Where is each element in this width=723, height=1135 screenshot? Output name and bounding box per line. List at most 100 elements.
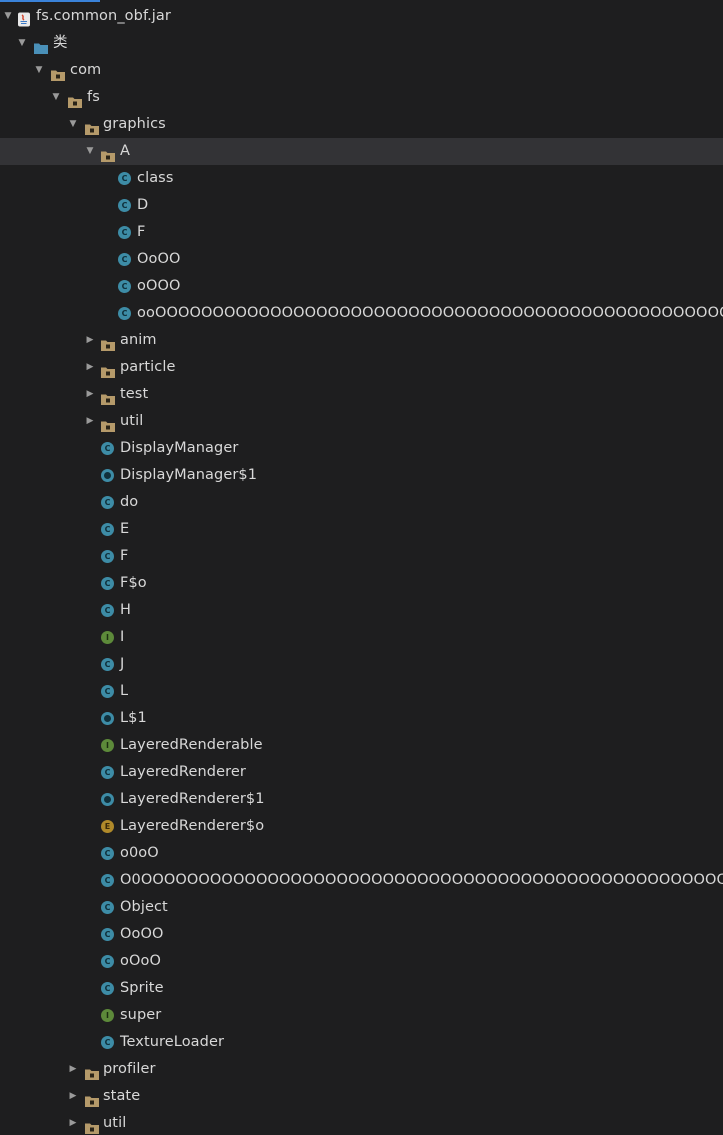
tree-label: OoOO <box>137 251 181 267</box>
tree-node-class[interactable]: C oOOO <box>0 273 723 300</box>
tree-label: state <box>103 1088 141 1104</box>
class-icon: C <box>101 901 114 914</box>
chevron-right-icon[interactable]: ▶ <box>84 354 96 381</box>
chevron-right-icon[interactable]: ▶ <box>84 381 96 408</box>
anonymous-class-icon <box>101 793 114 806</box>
tree-node-A[interactable]: ▼ A <box>0 138 723 165</box>
class-icon: C <box>101 1036 114 1049</box>
tree-label: F$o <box>120 575 147 591</box>
tree-label: profiler <box>103 1061 156 1077</box>
tree-node-class[interactable]: DisplayManager$1 <box>0 462 723 489</box>
tree-node-com[interactable]: ▼ com <box>0 57 723 84</box>
tree-node-class[interactable]: C OoOO <box>0 246 723 273</box>
tree-node-class[interactable]: C oOoO <box>0 948 723 975</box>
tree-node-class[interactable]: C LayeredRenderer <box>0 759 723 786</box>
chevron-right-icon[interactable]: ▶ <box>84 408 96 435</box>
enum-icon: E <box>101 820 114 833</box>
tree-node-class[interactable]: C TextureLoader <box>0 1029 723 1056</box>
class-icon: C <box>101 496 114 509</box>
chevron-down-icon[interactable]: ▼ <box>16 30 28 57</box>
class-icon: C <box>101 442 114 455</box>
chevron-down-icon[interactable]: ▼ <box>33 57 45 84</box>
tree-node-class[interactable]: C D <box>0 192 723 219</box>
class-icon: C <box>101 955 114 968</box>
tree-label: 类 <box>53 35 68 51</box>
tree-label: DisplayManager$1 <box>120 467 258 483</box>
tree-label: test <box>120 386 149 402</box>
tree-node-fs[interactable]: ▼ fs <box>0 84 723 111</box>
tree-label: o0oO <box>120 845 159 861</box>
tree-node-class[interactable]: C Object <box>0 894 723 921</box>
tree-node-class[interactable]: C OoOO <box>0 921 723 948</box>
tree-node-particle[interactable]: ▶ particle <box>0 354 723 381</box>
tree-node-class[interactable]: C L <box>0 678 723 705</box>
chevron-down-icon[interactable]: ▼ <box>2 3 14 30</box>
tree-label: super <box>120 1007 162 1023</box>
tree-node-jar[interactable]: ▼ fs.common_obf.jar <box>0 3 723 30</box>
tree-node-class[interactable]: LayeredRenderer$1 <box>0 786 723 813</box>
tree-node-class[interactable]: C Sprite <box>0 975 723 1002</box>
tree-node-class[interactable]: C DisplayManager <box>0 435 723 462</box>
tree-label: I <box>120 629 125 645</box>
tree-node-enum[interactable]: E LayeredRenderer$o <box>0 813 723 840</box>
tree-node-profiler[interactable]: ▶ profiler <box>0 1056 723 1083</box>
tree-label: F <box>120 548 129 564</box>
chevron-right-icon[interactable]: ▶ <box>67 1056 79 1083</box>
tree-node-class[interactable]: C o0oO <box>0 840 723 867</box>
tree-node-graphics[interactable]: ▼ graphics <box>0 111 723 138</box>
tree-node-util[interactable]: ▶ util <box>0 1110 723 1135</box>
tree-label: particle <box>120 359 176 375</box>
class-icon: C <box>118 199 131 212</box>
tree-label: LayeredRenderer$1 <box>120 791 265 807</box>
tree-node-class[interactable]: C ooOOOOOOOOOOOOOOOOOOOOOOOOOOOOOOOOOOOO… <box>0 300 723 327</box>
tree-node-class[interactable]: C O0OOOOOOOOOOOOOOOOOOOOOOOOOOOOOOOOOOOO… <box>0 867 723 894</box>
tree-label: oOoO <box>120 953 161 969</box>
tree-node-class[interactable]: L$1 <box>0 705 723 732</box>
tree-label: E <box>120 521 130 537</box>
class-icon: C <box>101 928 114 941</box>
tree-label: com <box>70 62 102 78</box>
package-icon <box>101 145 115 162</box>
chevron-right-icon[interactable]: ▶ <box>84 327 96 354</box>
tree-node-test[interactable]: ▶ test <box>0 381 723 408</box>
tree-node-class[interactable]: C do <box>0 489 723 516</box>
tree-label: anim <box>120 332 157 348</box>
tree-node-class[interactable]: C F <box>0 543 723 570</box>
tree-node-interface[interactable]: I I <box>0 624 723 651</box>
tree-node-class[interactable]: C H <box>0 597 723 624</box>
tree-node-class[interactable]: C F$o <box>0 570 723 597</box>
tree-label: H <box>120 602 132 618</box>
package-icon <box>85 118 99 135</box>
tree-label: LayeredRenderer$o <box>120 818 265 834</box>
project-tree[interactable]: ▼ fs.common_obf.jar ▼ 类 ▼ com ▼ fs ▼ gra… <box>0 3 723 1135</box>
anonymous-class-icon <box>101 469 114 482</box>
tree-node-class[interactable]: C class <box>0 165 723 192</box>
tree-node-class[interactable]: C F <box>0 219 723 246</box>
chevron-down-icon[interactable]: ▼ <box>50 84 62 111</box>
tree-node-class[interactable]: C J <box>0 651 723 678</box>
tree-node-util[interactable]: ▶ util <box>0 408 723 435</box>
chevron-down-icon[interactable]: ▼ <box>84 138 96 165</box>
tree-label: util <box>103 1115 127 1131</box>
tree-label: LayeredRenderer <box>120 764 246 780</box>
chevron-down-icon[interactable]: ▼ <box>67 111 79 138</box>
tree-node-classes-folder[interactable]: ▼ 类 <box>0 30 723 57</box>
interface-icon: I <box>101 739 114 752</box>
tree-label: fs <box>87 89 100 105</box>
tree-label: Sprite <box>120 980 164 996</box>
chevron-right-icon[interactable]: ▶ <box>67 1110 79 1135</box>
tree-node-interface[interactable]: I super <box>0 1002 723 1029</box>
tree-node-class[interactable]: C E <box>0 516 723 543</box>
tree-label: A <box>120 143 131 159</box>
class-icon: C <box>101 874 114 887</box>
anonymous-class-icon <box>101 712 114 725</box>
tree-node-state[interactable]: ▶ state <box>0 1083 723 1110</box>
chevron-right-icon[interactable]: ▶ <box>67 1083 79 1110</box>
tree-node-interface[interactable]: I LayeredRenderable <box>0 732 723 759</box>
tree-node-anim[interactable]: ▶ anim <box>0 327 723 354</box>
class-icon: C <box>101 658 114 671</box>
tree-label: DisplayManager <box>120 440 239 456</box>
tree-label: O0OOOOOOOOOOOOOOOOOOOOOOOOOOOOOOOOOOOOOO… <box>120 872 723 888</box>
tree-label: ooOOOOOOOOOOOOOOOOOOOOOOOOOOOOOOOOOOOOOO… <box>137 305 723 321</box>
tree-label: Object <box>120 899 168 915</box>
